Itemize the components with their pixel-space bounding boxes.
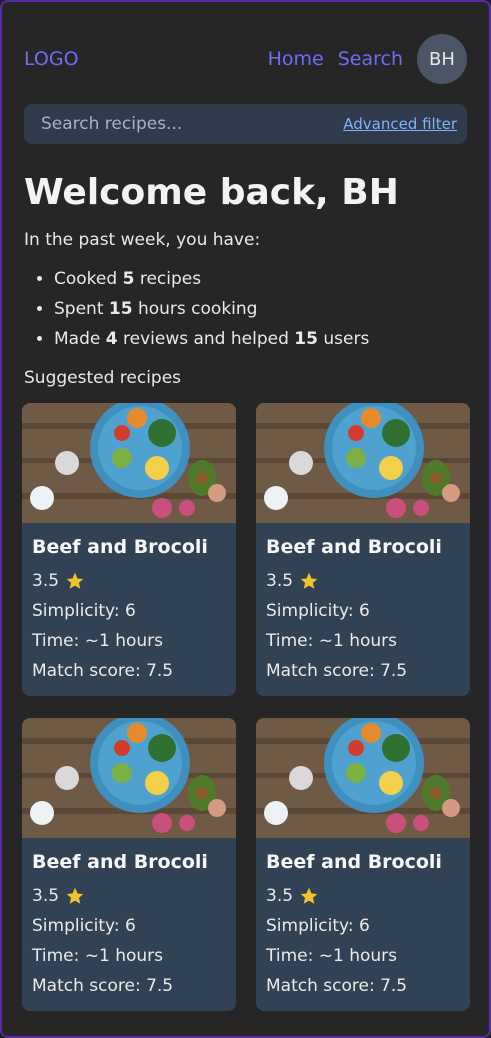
recipe-match-score: Match score: 7.5 xyxy=(32,661,174,681)
stat-spent: Spent 15 hours cooking xyxy=(54,294,369,324)
recipe-title: Beef and Brocoli xyxy=(32,536,208,558)
intro-text: In the past week, you have: xyxy=(24,230,261,250)
search-bar: Advanced filter xyxy=(24,104,467,144)
recipe-card[interactable]: Beef and Brocoli 3.5 Simplicity: 6 Time:… xyxy=(256,403,470,696)
weekly-stats-list: Cooked 5 recipes Spent 15 hours cooking … xyxy=(24,264,369,354)
top-nav: LOGO Home Search BH xyxy=(24,34,467,84)
recipe-match-score: Match score: 7.5 xyxy=(32,976,174,996)
recipe-card[interactable]: Beef and Brocoli 3.5 Simplicity: 6 Time:… xyxy=(256,718,470,1011)
suggested-recipes-heading: Suggested recipes xyxy=(24,368,182,388)
recipe-rating: 3.5 xyxy=(266,881,460,911)
stat-reviews: Made 4 reviews and helped 15 users xyxy=(54,324,369,354)
recipe-match-score: Match score: 7.5 xyxy=(266,661,408,681)
search-input[interactable] xyxy=(39,113,303,135)
recipe-rating: 3.5 xyxy=(32,881,226,911)
page-title: Welcome back, BH xyxy=(24,172,399,213)
recipe-food-image xyxy=(256,718,470,838)
recipe-simplicity: Simplicity: 6 xyxy=(32,601,136,621)
nav-home-link[interactable]: Home xyxy=(268,48,324,70)
recipe-time: Time: ~1 hours xyxy=(266,946,397,966)
recipe-title: Beef and Brocoli xyxy=(266,536,442,558)
stat-cooked: Cooked 5 recipes xyxy=(54,264,369,294)
nav-search-link[interactable]: Search xyxy=(338,48,403,70)
recipe-simplicity: Simplicity: 6 xyxy=(266,601,370,621)
nav-links: Home Search BH xyxy=(268,34,467,84)
avatar[interactable]: BH xyxy=(417,34,467,84)
recipe-title: Beef and Brocoli xyxy=(266,851,442,873)
star-icon xyxy=(66,887,84,904)
app-frame: LOGO Home Search BH Advanced filter Welc… xyxy=(0,0,491,1038)
logo[interactable]: LOGO xyxy=(24,48,79,70)
recipe-time: Time: ~1 hours xyxy=(32,946,163,966)
recipe-time: Time: ~1 hours xyxy=(32,631,163,651)
recipe-match-score: Match score: 7.5 xyxy=(266,976,408,996)
recipe-simplicity: Simplicity: 6 xyxy=(32,916,136,936)
recipe-simplicity: Simplicity: 6 xyxy=(266,916,370,936)
recipe-food-image xyxy=(22,403,236,523)
recipe-food-image xyxy=(22,718,236,838)
recipe-rating: 3.5 xyxy=(32,566,226,596)
recipe-food-image xyxy=(256,403,470,523)
recipe-rating: 3.5 xyxy=(266,566,460,596)
star-icon xyxy=(66,572,84,589)
recipe-card[interactable]: Beef and Brocoli 3.5 Simplicity: 6 Time:… xyxy=(22,403,236,696)
star-icon xyxy=(300,887,318,904)
star-icon xyxy=(300,572,318,589)
recipe-time: Time: ~1 hours xyxy=(266,631,397,651)
advanced-filter-link[interactable]: Advanced filter xyxy=(343,115,457,133)
recipe-title: Beef and Brocoli xyxy=(32,851,208,873)
recipe-card[interactable]: Beef and Brocoli 3.5 Simplicity: 6 Time:… xyxy=(22,718,236,1011)
